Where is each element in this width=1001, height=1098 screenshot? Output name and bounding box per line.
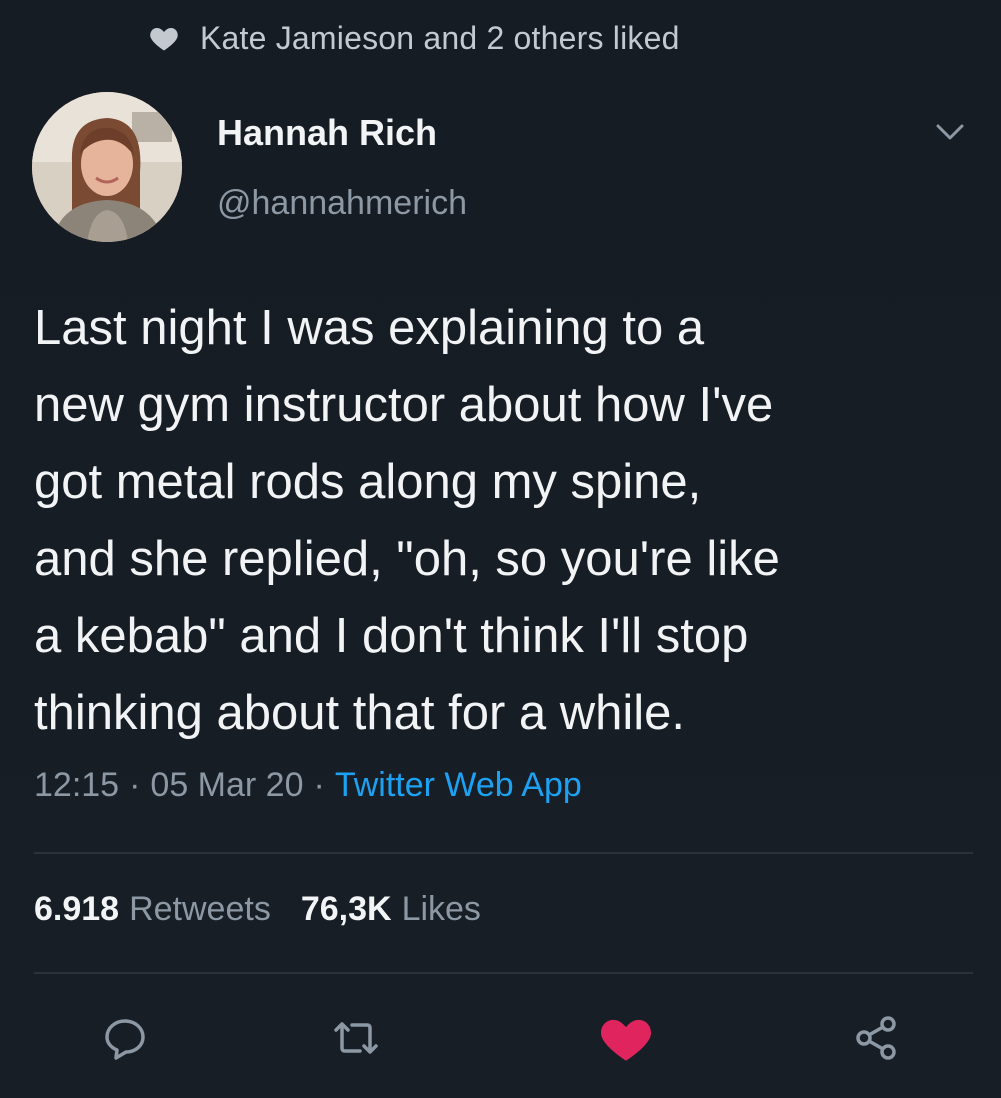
- source-app-link[interactable]: Twitter Web App: [335, 766, 582, 805]
- meta-separator: ·: [129, 766, 141, 804]
- share-button[interactable]: [846, 1010, 906, 1070]
- likes-label: Likes: [401, 890, 481, 928]
- reply-button[interactable]: [95, 1010, 155, 1070]
- share-icon: [852, 1014, 900, 1067]
- tweet-stats: 6.918 Retweets 76,3K Likes: [34, 890, 481, 929]
- reply-icon: [102, 1016, 148, 1065]
- tweet-date: 05 Mar 20: [150, 766, 304, 804]
- action-bar: [0, 1010, 1001, 1070]
- divider: [34, 852, 973, 854]
- meta-separator: ·: [313, 766, 325, 804]
- avatar[interactable]: [32, 92, 182, 242]
- retweet-icon: [330, 1018, 382, 1063]
- likes-count: 76,3K: [300, 890, 392, 928]
- heart-icon: [148, 22, 180, 54]
- heart-icon: [598, 1013, 654, 1068]
- author-name[interactable]: Hannah Rich: [217, 112, 437, 154]
- author-handle[interactable]: @hannahmerich: [217, 184, 467, 223]
- tweet-detail-screen: Kate Jamieson and 2 others liked Hannah …: [0, 0, 1001, 1098]
- social-context-text: Kate Jamieson and 2 others liked: [200, 19, 680, 56]
- retweet-button[interactable]: [326, 1010, 386, 1070]
- retweets-stat[interactable]: 6.918 Retweets: [34, 890, 271, 929]
- retweets-label: Retweets: [129, 890, 271, 928]
- like-button[interactable]: [596, 1010, 656, 1070]
- tweet-time: 12:15: [34, 766, 120, 804]
- retweets-count: 6.918: [34, 890, 120, 928]
- likes-stat[interactable]: 76,3K Likes: [301, 890, 481, 929]
- divider: [34, 972, 973, 974]
- social-context: Kate Jamieson and 2 others liked: [148, 16, 680, 60]
- tweet-meta: 12:15 · 05 Mar 20 · Twitter Web App: [34, 766, 582, 805]
- tweet-text: Last night I was explaining to a new gym…: [34, 301, 780, 740]
- chevron-down-icon[interactable]: [928, 116, 972, 148]
